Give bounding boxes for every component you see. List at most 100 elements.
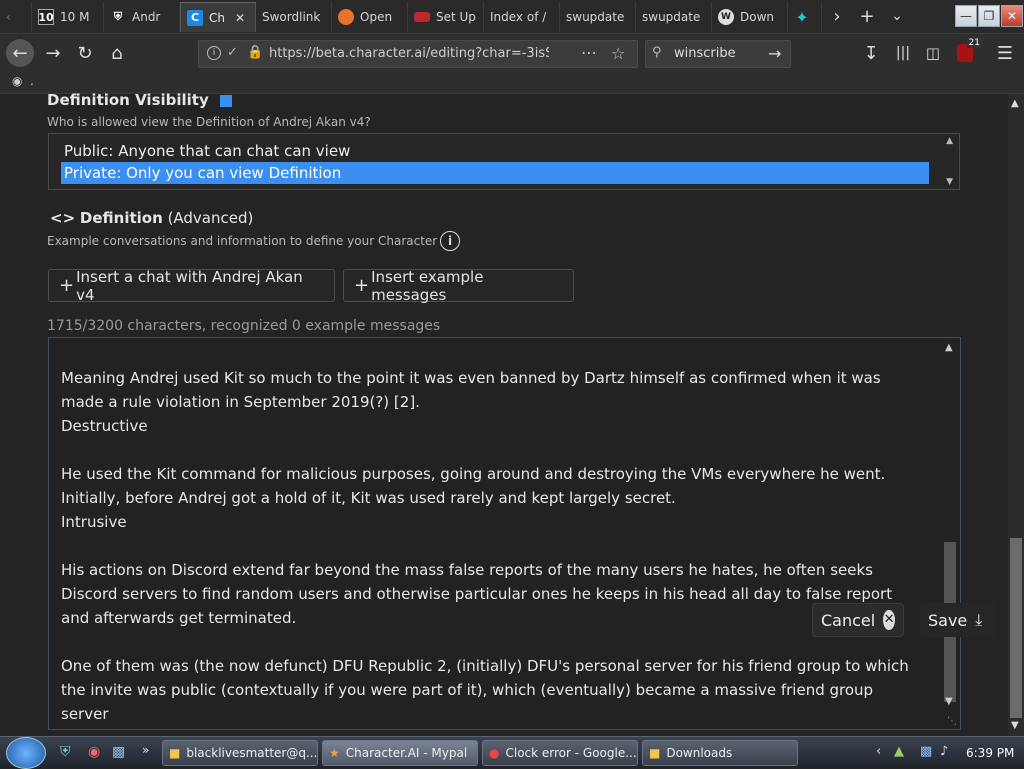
- character-ai-favicon: C: [187, 9, 203, 26]
- ublock-icon[interactable]: 21: [952, 38, 982, 66]
- visibility-option-public[interactable]: Public: Anyone that can chat can view: [61, 140, 929, 162]
- definition-subtitle: Example conversations and information to…: [47, 234, 438, 248]
- permissions-icon[interactable]: ✓: [227, 45, 238, 60]
- save-button[interactable]: Save ⤓: [920, 603, 996, 637]
- tab-6[interactable]: Set Up: [408, 2, 484, 32]
- insert-chat-button[interactable]: + Insert a chat with Andrej Akan v4: [48, 268, 335, 304]
- page-actions-icon[interactable]: ⋯: [581, 43, 597, 62]
- bookmark-item-label[interactable]: .: [30, 74, 34, 88]
- taskbar: ⛨ ◉ ▩ » ■ blacklivesmatter@q... ★ Characte…: [0, 736, 1024, 769]
- lock-icon: 🔒: [247, 45, 264, 60]
- tab-bar: ‹ 10 10 M ⛨ Andr C Ch ✕ Swordlink Open Set U…: [0, 0, 1024, 34]
- textarea-scroll-up-icon[interactable]: ▲: [945, 342, 953, 353]
- folder-icon: ■: [169, 746, 181, 760]
- search-input[interactable]: winscribe: [674, 46, 736, 61]
- shield-icon: ⛨: [113, 10, 123, 23]
- tab-list-chevron-icon[interactable]: ⌄: [884, 3, 910, 29]
- definition-text[interactable]: Meaning Andrej used Kit so much to the p…: [61, 366, 921, 729]
- taskbar-item-1[interactable]: ■ blacklivesmatter@q...: [162, 740, 318, 766]
- taskbar-item-4[interactable]: ■ Downloads: [642, 740, 798, 766]
- visibility-select[interactable]: Public: Anyone that can chat can view Pr…: [48, 133, 960, 190]
- definition-visibility-heading: Definition Visibility: [47, 91, 232, 109]
- plus-icon: +: [354, 275, 370, 296]
- library-icon[interactable]: |||: [890, 40, 916, 66]
- cancel-x-icon: ✕: [883, 610, 895, 630]
- tray-monitor-icon[interactable]: ▩: [920, 744, 932, 759]
- textarea-scroll-down-icon[interactable]: ▼: [945, 696, 953, 707]
- resize-handle-icon[interactable]: ⋱: [947, 716, 957, 727]
- definition-heading: <> Definition (Advanced): [50, 209, 254, 227]
- quicklaunch-more-icon[interactable]: »: [142, 743, 149, 757]
- home-icon[interactable]: ⌂: [104, 40, 130, 66]
- cancel-button[interactable]: Cancel ✕: [812, 603, 904, 637]
- quicklaunch-desktop-icon[interactable]: ▩: [112, 744, 125, 760]
- minimize-icon[interactable]: —: [955, 5, 977, 27]
- info-icon[interactable]: i: [207, 46, 221, 60]
- bookmark-item-icon[interactable]: ◉: [12, 74, 22, 88]
- quicklaunch-shield-icon[interactable]: ⛨: [60, 744, 71, 760]
- character-counter: 1715/3200 characters, recognized 0 examp…: [47, 318, 441, 334]
- select-scroll-up-icon[interactable]: ▲: [946, 136, 953, 146]
- insert-example-messages-button[interactable]: + Insert example messages: [343, 268, 574, 304]
- taskbar-item-3[interactable]: ● Clock error - Google...: [482, 740, 638, 766]
- forward-arrow-icon[interactable]: →: [40, 40, 66, 66]
- search-go-arrow-icon[interactable]: →: [768, 44, 781, 63]
- tray-network-icon[interactable]: ▲: [894, 744, 904, 759]
- tab-1[interactable]: 10 10 M: [32, 2, 104, 32]
- visibility-option-private[interactable]: Private: Only you can view Definition: [61, 162, 929, 184]
- definition-visibility-subtitle: Who is allowed view the Definition of An…: [47, 115, 371, 129]
- extension-favicon: ✦: [795, 7, 809, 27]
- plus-icon: +: [59, 275, 75, 296]
- page-scroll-down-icon[interactable]: ▼: [1011, 720, 1019, 731]
- tab-5[interactable]: Open: [332, 2, 408, 32]
- tab-11[interactable]: ✦: [788, 2, 822, 32]
- search-bar[interactable]: ⚲ winscribe →: [645, 40, 791, 68]
- restore-icon[interactable]: ❐: [978, 5, 1000, 27]
- tab-active-character-ai[interactable]: C Ch ✕: [180, 2, 256, 32]
- url-text[interactable]: https://beta.character.ai/editing?char=-…: [269, 46, 549, 61]
- tab-8[interactable]: swupdate: [560, 2, 636, 32]
- new-tab-icon[interactable]: +: [854, 3, 880, 29]
- url-bar[interactable]: i ✓ 🔒 https://beta.character.ai/editing?…: [198, 40, 638, 68]
- taskbar-clock[interactable]: 6:39 PM: [966, 746, 1014, 760]
- select-scroll-down-icon[interactable]: ▼: [946, 177, 953, 187]
- save-download-icon: ⤓: [975, 610, 983, 629]
- search-icon: ⚲: [652, 45, 662, 60]
- definition-info-icon[interactable]: i: [440, 231, 460, 251]
- tray-expand-icon[interactable]: ‹: [876, 744, 881, 759]
- page-scrollbar-thumb[interactable]: [1010, 538, 1022, 718]
- visibility-info-icon[interactable]: [219, 94, 232, 107]
- folder-icon: ■: [649, 746, 661, 760]
- tab-scroll-left[interactable]: ‹: [0, 2, 32, 32]
- tab-close-icon[interactable]: ✕: [235, 11, 245, 25]
- tab-scroll-right-icon[interactable]: ›: [824, 3, 850, 29]
- menu-hamburger-icon[interactable]: ☰: [992, 40, 1018, 66]
- tab-2[interactable]: ⛨ Andr: [104, 2, 180, 32]
- page-scrollbar[interactable]: ▲ ▼: [1008, 94, 1024, 736]
- tab-7[interactable]: Index of /: [484, 2, 560, 32]
- bookmark-star-icon[interactable]: ☆: [611, 44, 625, 63]
- downloads-icon[interactable]: ↧: [858, 40, 884, 66]
- reload-icon[interactable]: ↻: [72, 40, 98, 66]
- w-favicon: W: [718, 9, 734, 25]
- tab-4[interactable]: Swordlink: [256, 2, 332, 32]
- nav-bar: ← → ↻ ⌂ i ✓ 🔒 https://beta.character.ai/…: [0, 34, 1024, 72]
- mypal-icon: ★: [329, 746, 340, 760]
- tab-favicon: 10: [38, 9, 54, 25]
- tab-10[interactable]: W Down: [712, 2, 788, 32]
- taskbar-item-2[interactable]: ★ Character.AI - Mypal: [322, 740, 478, 766]
- tab-9[interactable]: swupdate: [636, 2, 712, 32]
- tray-volume-icon[interactable]: ♪: [940, 744, 948, 759]
- start-button[interactable]: [6, 737, 46, 769]
- quicklaunch-browser-icon[interactable]: ◉: [88, 744, 100, 760]
- close-window-icon[interactable]: ✕: [1001, 5, 1023, 27]
- ublock-badge: 21: [966, 38, 982, 48]
- definition-textarea[interactable]: Meaning Andrej used Kit so much to the p…: [48, 337, 961, 730]
- red-favicon: [414, 12, 430, 22]
- openvpn-favicon: [338, 9, 354, 25]
- back-arrow-icon[interactable]: ←: [6, 39, 34, 67]
- chrome-icon: ●: [489, 746, 500, 760]
- page-scroll-up-icon[interactable]: ▲: [1011, 98, 1019, 109]
- code-icon: <>: [50, 209, 76, 227]
- sidebar-icon[interactable]: ◫: [920, 40, 946, 66]
